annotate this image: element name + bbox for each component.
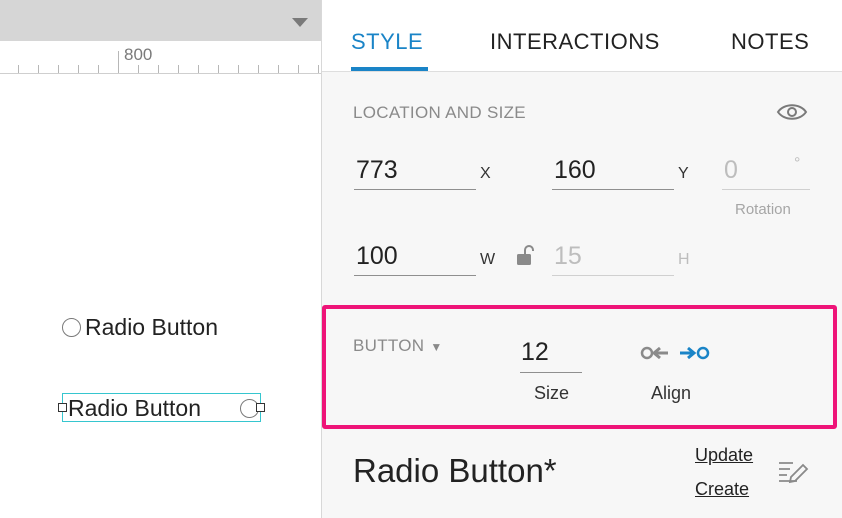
radio-circle-icon — [62, 318, 81, 337]
eye-icon[interactable] — [776, 100, 808, 129]
create-style-link[interactable]: Create — [695, 479, 749, 500]
update-style-link[interactable]: Update — [695, 445, 753, 466]
inspector-panel: STYLE INTERACTIONS NOTES LOCATION AND SI… — [321, 0, 842, 518]
ruler-tick — [178, 65, 179, 73]
align-caption: Align — [651, 383, 692, 403]
resize-handle-left[interactable] — [58, 403, 67, 412]
tab-notes[interactable]: NOTES — [731, 29, 809, 55]
ruler-tick — [58, 65, 59, 73]
horizontal-ruler: 800 — [0, 41, 321, 74]
inspector-tabs: STYLE INTERACTIONS NOTES — [322, 0, 842, 72]
font-size-field[interactable]: 12 — [520, 336, 582, 373]
w-unit-label: W — [480, 251, 496, 268]
ruler-tick — [258, 65, 259, 73]
ruler-tick — [38, 65, 39, 73]
button-style-dropdown[interactable]: BUTTON ▼ — [353, 336, 443, 356]
ruler-tick — [198, 65, 199, 73]
active-tab-indicator — [351, 67, 428, 71]
ruler-tick — [318, 65, 319, 73]
ruler-tick — [138, 65, 139, 73]
tab-style[interactable]: STYLE — [351, 29, 423, 55]
radio-button-widget[interactable]: Radio Button — [62, 314, 218, 341]
width-field[interactable]: 100 — [354, 241, 476, 276]
canvas-toolbar — [0, 0, 321, 41]
resize-handle-right[interactable] — [256, 403, 265, 412]
size-caption: Size — [534, 383, 570, 403]
style-name-title: Radio Button* — [353, 452, 557, 489]
y-field[interactable]: 160 — [552, 155, 674, 190]
ruler-tick — [278, 65, 279, 73]
radio-button-label: Radio Button — [85, 314, 218, 340]
ruler-label: 800 — [124, 45, 153, 64]
ruler-tick — [158, 65, 159, 73]
ruler-tick — [298, 65, 299, 73]
h-unit-label: H — [678, 251, 690, 268]
lock-open-icon[interactable] — [516, 244, 534, 271]
selected-radio-button-widget[interactable]: Radio Button — [62, 393, 261, 422]
ruler-tick — [118, 51, 119, 73]
radio-button-label: Radio Button — [68, 395, 201, 421]
button-style-dropdown-label: BUTTON — [353, 336, 425, 355]
design-canvas[interactable]: 800 Radio Button Radio Button — [0, 0, 321, 518]
ruler-tick — [98, 65, 99, 73]
x-field[interactable]: 773 — [354, 155, 476, 190]
tab-interactions[interactable]: INTERACTIONS — [490, 29, 660, 55]
degree-unit-label: ° — [794, 155, 801, 172]
chevron-down-icon[interactable] — [292, 18, 308, 27]
x-unit-label: X — [480, 165, 491, 182]
y-unit-label: Y — [678, 165, 689, 182]
rotation-caption: Rotation — [735, 201, 791, 218]
ruler-tick — [218, 65, 219, 73]
align-button-group[interactable] — [640, 343, 712, 368]
ruler-tick — [238, 65, 239, 73]
caret-down-icon: ▼ — [430, 340, 443, 354]
section-title-location-size: LOCATION AND SIZE — [353, 103, 526, 122]
ruler-tick — [78, 65, 79, 73]
edit-style-icon[interactable] — [777, 457, 809, 490]
ruler-tick — [18, 65, 19, 73]
height-field: 15 — [552, 241, 674, 276]
